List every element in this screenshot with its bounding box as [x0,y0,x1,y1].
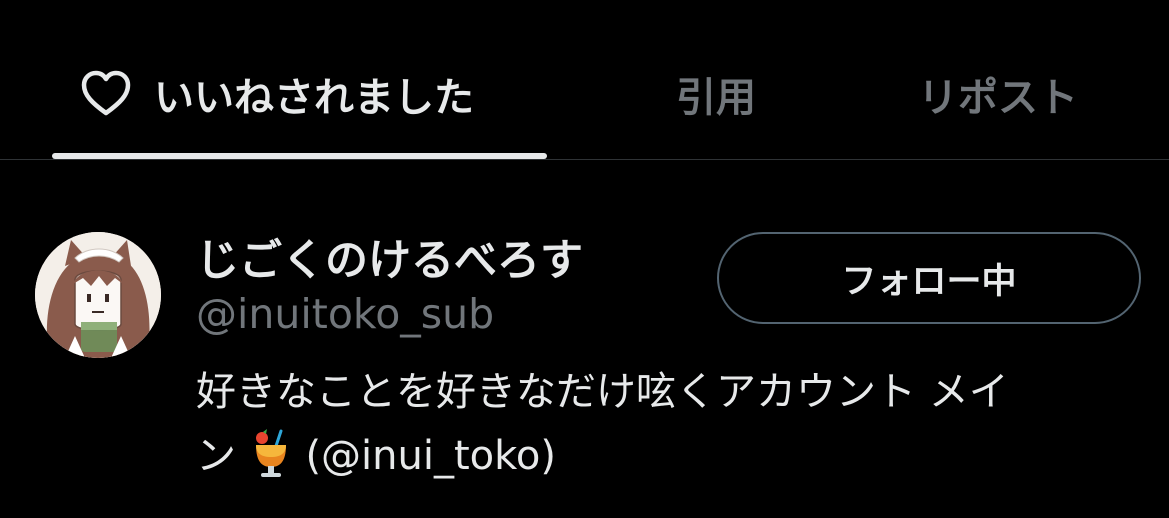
following-button[interactable]: フォロー中 [717,232,1141,324]
avatar-illustration [35,232,161,358]
active-tab-indicator [52,153,547,159]
bio-line-2-suffix: (@inui_toko) [305,433,556,479]
tropical-drink-icon [255,429,286,477]
bio-line-2: ン (@inui_toko) [196,424,1136,488]
user-handle[interactable]: @inuitoko_sub [196,290,494,338]
avatar[interactable] [35,232,161,358]
tab-reposts[interactable]: リポスト [918,62,1078,126]
tab-quotes-label: 引用 [676,75,756,121]
tab-reposts-label: リポスト [918,75,1078,121]
user-list-item[interactable]: じごくのけるべろす @inuitoko_sub フォロー中 好きなことを好きなだ… [0,160,1169,518]
tab-bar: いいねされました 引用 リポスト [0,0,1169,160]
user-bio: 好きなことを好きなだけ呟くアカウント メイ ン (@inui_toko) [196,360,1136,488]
tab-liked-by[interactable]: いいねされました [80,62,474,126]
heart-icon [81,70,131,116]
tab-quotes[interactable]: 引用 [676,62,756,126]
user-display-name[interactable]: じごくのけるべろす [196,226,583,288]
bio-line-2-prefix: ン [196,433,236,479]
bio-line-1: 好きなことを好きなだけ呟くアカウント メイ [196,369,1009,415]
tab-liked-by-label: いいねされました [154,75,474,121]
